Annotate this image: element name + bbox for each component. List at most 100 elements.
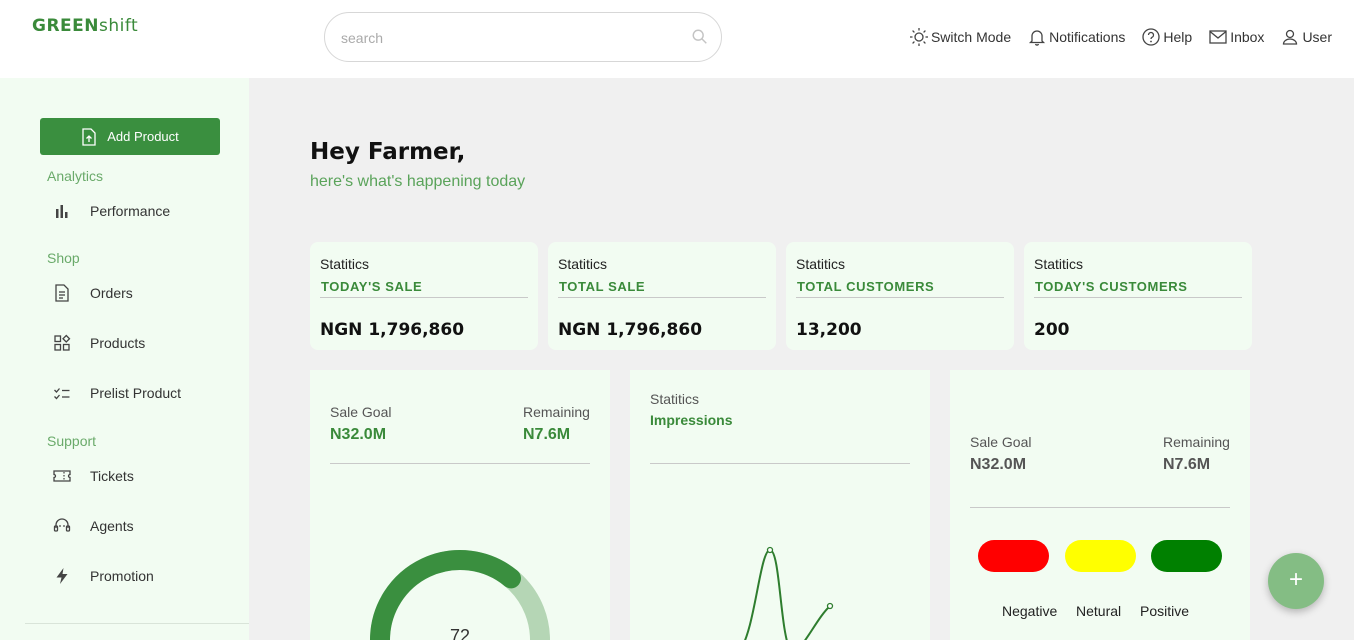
stat-divider xyxy=(796,297,1004,298)
sale-goal-label: Sale Goal xyxy=(330,404,392,420)
search-icon[interactable] xyxy=(691,28,709,46)
document-icon xyxy=(55,284,69,302)
remaining-label: Remaining xyxy=(1163,434,1230,450)
stat-card-total-sale[interactable]: Statitics TOTAL SALE NGN 1,796,860 xyxy=(548,242,776,350)
plus-icon: + xyxy=(1288,566,1303,593)
user-icon xyxy=(1283,29,1298,45)
page-title: Hey Farmer, xyxy=(310,139,466,165)
stat-label: Statitics xyxy=(320,256,370,272)
stat-label: Statitics xyxy=(1034,256,1084,272)
lightning-icon xyxy=(56,568,68,584)
brand-logo[interactable]: GREENshift xyxy=(32,16,138,36)
ticket-icon xyxy=(53,470,71,482)
positive-indicator xyxy=(1151,540,1222,572)
sidebar-item-label: Performance xyxy=(90,203,171,219)
search-box xyxy=(324,12,722,62)
brand-name-bold: GREEN xyxy=(32,16,99,36)
stat-title: TOTAL SALE xyxy=(559,279,646,294)
brand-name-light: shift xyxy=(99,16,139,36)
floating-add-button[interactable]: + xyxy=(1268,553,1324,609)
sidebar-item-tickets[interactable]: Tickets xyxy=(52,466,134,486)
gauge-fill xyxy=(370,550,521,640)
sidebar-item-products[interactable]: Products xyxy=(52,333,145,353)
add-product-button[interactable]: Add Product xyxy=(40,118,220,155)
impressions-point-last xyxy=(826,602,834,610)
negative-indicator xyxy=(978,540,1049,572)
sidebar-divider xyxy=(25,623,249,624)
user-button[interactable]: User xyxy=(1280,27,1332,47)
switch-mode-button[interactable]: Switch Mode xyxy=(909,27,1011,47)
stat-value: 200 xyxy=(1034,320,1070,340)
search-input[interactable] xyxy=(341,26,681,50)
impressions-line-chart xyxy=(743,546,834,640)
impressions-label: Statitics xyxy=(650,391,700,407)
sidebar-item-agents[interactable]: Agents xyxy=(52,516,134,536)
impressions-card: Statitics Impressions xyxy=(630,370,930,640)
stat-label: Statitics xyxy=(558,256,608,272)
sale-goal-card: Sale Goal Remaining N32.0M N7.6M 72 xyxy=(310,370,610,640)
add-product-label: Add Product xyxy=(107,129,179,144)
stat-title: TOTAL CUSTOMERS xyxy=(797,279,935,294)
sidebar-item-label: Agents xyxy=(90,518,134,534)
stat-divider xyxy=(558,297,766,298)
file-upload-icon xyxy=(82,127,96,146)
section-support: Support xyxy=(47,433,97,449)
stat-card-todays-sale[interactable]: Statitics TODAY'S SALE NGN 1,796,860 xyxy=(310,242,538,350)
sidebar-item-label: Prelist Product xyxy=(90,385,182,401)
stat-label: Statitics xyxy=(796,256,846,272)
sidebar-item-label: Orders xyxy=(90,285,133,301)
card-divider xyxy=(970,507,1230,508)
stat-title: TODAY'S SALE xyxy=(321,279,423,294)
help-button[interactable]: Help xyxy=(1141,27,1192,47)
sidebar-item-orders[interactable]: Orders xyxy=(52,283,133,303)
stat-card-total-customers[interactable]: Statitics TOTAL CUSTOMERS 13,200 xyxy=(786,242,1014,350)
sidebar-item-prelist-product[interactable]: Prelist Product xyxy=(52,383,181,403)
help-icon xyxy=(1142,28,1161,46)
card-divider xyxy=(650,463,910,464)
sale-goal-label: Sale Goal xyxy=(970,434,1032,450)
neutral-indicator xyxy=(1065,540,1136,572)
section-shop: Shop xyxy=(47,250,80,266)
sun-icon xyxy=(909,28,928,46)
sale-goal-gauge: 72 xyxy=(370,550,550,640)
switch-mode-label: Switch Mode xyxy=(930,29,1012,45)
stat-card-todays-customers[interactable]: Statitics TODAY'S CUSTOMERS 200 xyxy=(1024,242,1252,350)
help-label: Help xyxy=(1163,29,1193,45)
neutral-label: Netural xyxy=(1076,603,1122,619)
card-divider xyxy=(330,463,590,464)
sale-goal-value: N32.0M xyxy=(970,456,1027,473)
sale-goal-value: N32.0M xyxy=(330,426,387,443)
stat-value: NGN 1,796,860 xyxy=(320,320,465,340)
bar-chart-icon xyxy=(56,205,68,218)
top-nav: Switch Mode Notifications Help Inbox Use… xyxy=(909,27,1332,47)
sentiment-card: Sale Goal Remaining N32.0M N7.6M Negativ… xyxy=(950,370,1250,640)
top-header: GREENshift Switch Mode xyxy=(0,0,1354,78)
sidebar-item-label: Promotion xyxy=(90,568,154,584)
sidebar: Add Product Analytics Performance Shop O… xyxy=(0,78,249,640)
sidebar-item-performance[interactable]: Performance xyxy=(52,201,170,221)
impressions-point-peak xyxy=(766,546,774,554)
inbox-button[interactable]: Inbox xyxy=(1208,27,1264,47)
notifications-button[interactable]: Notifications xyxy=(1027,27,1125,47)
stat-value: 13,200 xyxy=(796,320,862,340)
stat-title: TODAY'S CUSTOMERS xyxy=(1035,279,1188,294)
inbox-label: Inbox xyxy=(1230,29,1265,45)
section-analytics: Analytics xyxy=(47,168,104,184)
remaining-value: N7.6M xyxy=(1163,456,1211,473)
bell-icon xyxy=(1029,30,1046,46)
checklist-icon xyxy=(54,388,70,400)
negative-label: Negative xyxy=(1002,603,1058,619)
support-agent-icon xyxy=(53,518,71,532)
impressions-series-line xyxy=(743,548,831,640)
remaining-label: Remaining xyxy=(523,404,590,420)
sidebar-item-promotion[interactable]: Promotion xyxy=(52,566,154,586)
mail-icon xyxy=(1209,30,1227,44)
impressions-title: Impressions xyxy=(650,412,733,428)
stat-divider xyxy=(320,297,528,298)
stat-divider xyxy=(1034,297,1242,298)
user-label: User xyxy=(1302,29,1332,45)
positive-label: Positive xyxy=(1140,603,1190,619)
stat-value: NGN 1,796,860 xyxy=(558,320,703,340)
sidebar-item-label: Tickets xyxy=(90,468,134,484)
apps-icon xyxy=(54,334,71,351)
